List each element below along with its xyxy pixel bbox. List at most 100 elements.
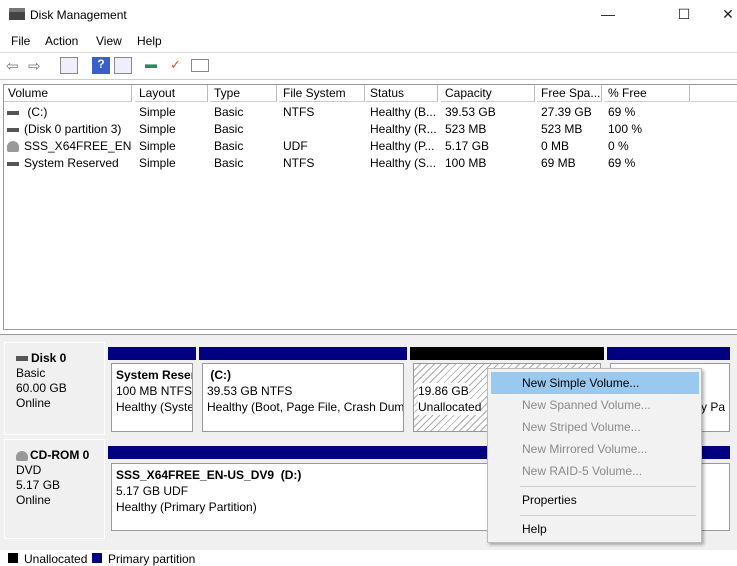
partition-status: Healthy (Syste [116, 400, 193, 414]
menu-action[interactable]: Action [45, 34, 78, 48]
menu-help[interactable]: Help [137, 34, 162, 48]
column-percent-free[interactable]: % Free [604, 85, 690, 102]
cell-free-space: 27.39 GB [541, 105, 592, 119]
hard-disk-icon [16, 356, 28, 362]
column-layout[interactable]: Layout [135, 85, 208, 102]
partition-size: 100 MB NTFS [116, 384, 193, 398]
table-row[interactable]: System Reserved Simple Basic NTFS Healthy (S… [4, 155, 737, 172]
menu-item-new-spanned-volume[interactable]: New Spanned Volume... [491, 394, 699, 416]
disk-0-label[interactable]: Disk 0 Basic 60.00 GB Online [4, 342, 105, 435]
cell-status: Healthy (S... [370, 156, 437, 170]
menu-item-new-striped-volume[interactable]: New Striped Volume... [491, 416, 699, 438]
disk-state: Online [16, 493, 51, 507]
legend-swatch-unallocated [8, 553, 18, 563]
show-pane-icon[interactable] [114, 57, 132, 74]
volume-list[interactable]: Volume Layout Type File System Status Ca… [3, 84, 737, 330]
partition-c[interactable]: (C:) 39.53 GB NTFS Healthy (Boot, Page F… [199, 360, 407, 435]
column-file-system[interactable]: File System [279, 85, 365, 102]
cell-layout: Simple [139, 122, 176, 136]
cell-volume: (C:) [24, 105, 48, 119]
maximize-button[interactable]: ☐ [674, 6, 694, 23]
cell-type: Basic [214, 105, 244, 119]
back-icon[interactable]: ⇦ [6, 57, 24, 75]
partition-name: System Reser [116, 368, 193, 382]
menu-item-new-simple-volume[interactable]: New Simple Volume... [491, 372, 699, 394]
cell-capacity: 5.17 GB [445, 139, 490, 153]
toolbar [0, 52, 737, 80]
table-row[interactable]: (Disk 0 partition 3) Simple Basic Healthy (… [4, 121, 737, 138]
cell-layout: Simple [139, 105, 176, 119]
column-filler [691, 85, 737, 102]
legend-swatch-primary [92, 553, 102, 563]
partition-status: Unallocated [418, 399, 482, 415]
cell-free-space: 523 MB [541, 122, 583, 136]
menu-item-help[interactable]: Help [491, 518, 699, 540]
table-row[interactable]: SSS_X64FREE_EN-... Simple Basic UDF Healthy … [4, 138, 737, 155]
cell-status: Healthy (B... [370, 105, 437, 119]
cell-status: Healthy (P... [370, 139, 435, 153]
cd-drive-icon [16, 450, 28, 461]
menu-item-new-raid5-volume[interactable]: New RAID-5 Volume... [491, 460, 699, 482]
cell-status: Healthy (R... [370, 122, 437, 136]
cell-file-system: UDF [283, 139, 308, 153]
column-status[interactable]: Status [366, 85, 438, 102]
properties-list-icon[interactable] [191, 59, 209, 72]
menu-separator [520, 486, 696, 487]
partition-bar [199, 347, 407, 360]
column-type[interactable]: Type [210, 85, 277, 102]
menu-item-properties[interactable]: Properties [491, 489, 699, 511]
table-row[interactable]: (C:) Simple Basic NTFS Healthy (B... 39.53 GB… [4, 104, 737, 121]
legend-primary-partition: Primary partition [108, 552, 196, 566]
cell-volume: (Disk 0 partition 3) [24, 122, 122, 136]
disk-size: 5.17 GB [16, 478, 61, 492]
partition-bar [607, 347, 730, 360]
check-icon[interactable]: ✓ [170, 57, 188, 74]
cell-capacity: 39.53 GB [445, 105, 496, 119]
cell-type: Basic [214, 139, 244, 153]
help-icon[interactable]: ? [92, 57, 110, 74]
cell-percent-free: 69 % [608, 156, 636, 170]
drive-icon [7, 162, 19, 166]
menu-file[interactable]: File [11, 34, 30, 48]
drive-icon [7, 111, 19, 115]
cell-volume: System Reserved [24, 156, 119, 170]
partition-size: 19.86 GB [418, 383, 469, 399]
partition-status: Healthy (Boot, Page File, Crash Dump [207, 400, 404, 414]
legend-unallocated: Unallocated [24, 552, 88, 566]
column-capacity[interactable]: Capacity [441, 85, 535, 102]
forward-icon[interactable]: ⇨ [28, 57, 46, 75]
drive-icon [7, 128, 19, 132]
connect-icon[interactable]: ▬ [145, 57, 163, 74]
title-bar: Disk Management — ☐ ✕ [0, 0, 737, 30]
cell-file-system: NTFS [283, 156, 315, 170]
cell-layout: Simple [139, 156, 176, 170]
cd-drive-icon [7, 141, 19, 152]
menu-view[interactable]: View [96, 34, 122, 48]
console-tree-icon[interactable] [60, 57, 78, 74]
minimize-button[interactable]: — [598, 6, 618, 22]
partition-system-reserved[interactable]: System Reser 100 MB NTFS Healthy (Syste [108, 360, 196, 435]
cell-capacity: 100 MB [445, 156, 487, 170]
cell-file-system [279, 121, 365, 138]
close-button[interactable]: ✕ [718, 6, 737, 23]
partition-size: 39.53 GB NTFS [207, 384, 293, 398]
menu-separator [520, 515, 696, 516]
disk-type: DVD [16, 463, 42, 477]
menu-item-new-mirrored-volume[interactable]: New Mirrored Volume... [491, 438, 699, 460]
cell-percent-free: 0 % [608, 139, 629, 153]
column-volume[interactable]: Volume [4, 85, 132, 102]
disk-name: CD-ROM 0 [30, 448, 90, 462]
disk-type: Basic [16, 366, 46, 380]
disk-size: 60.00 GB [16, 381, 67, 395]
column-free-space[interactable]: Free Spa... [537, 85, 602, 102]
cell-type: Basic [214, 156, 244, 170]
legend: Unallocated Primary partition [0, 550, 737, 566]
unallocated-bar [410, 347, 604, 360]
cell-free-space: 69 MB [541, 156, 576, 170]
cell-percent-free: 69 % [608, 105, 636, 119]
partition-bar [108, 347, 196, 360]
cdrom-0-label[interactable]: CD-ROM 0 DVD 5.17 GB Online [4, 439, 105, 539]
cell-capacity: 523 MB [445, 122, 487, 136]
context-menu: New Simple Volume... New Spanned Volume.… [487, 368, 702, 543]
window-title: Disk Management [30, 8, 127, 22]
